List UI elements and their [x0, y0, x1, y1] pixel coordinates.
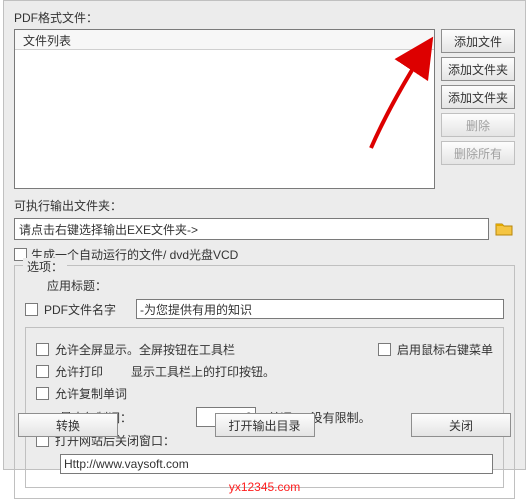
add-folder-button-1[interactable]: 添加文件夹	[441, 57, 515, 81]
print-note: 显示工具栏上的打印按钮。	[131, 363, 275, 380]
url-input-row	[36, 454, 493, 474]
delete-button[interactable]: 删除	[441, 113, 515, 137]
print-row: 允许打印 显示工具栏上的打印按钮。	[36, 363, 493, 380]
rightmenu-checkbox[interactable]	[378, 343, 391, 356]
add-folder-button-2[interactable]: 添加文件夹	[441, 85, 515, 109]
app-title-row: 应用标题：	[25, 277, 504, 294]
fullscreen-label: 允许全屏显示。全屏按钮在工具栏	[55, 341, 372, 358]
pdfname-label: PDF文件名字	[44, 301, 130, 318]
pdfname-input[interactable]	[136, 299, 504, 319]
side-buttons: 添加文件 添加文件夹 添加文件夹 删除 删除所有	[441, 29, 515, 165]
pdfname-checkbox[interactable]	[25, 303, 38, 316]
main-panel: PDF格式文件： 文件列表 添加文件 添加文件夹 添加文件夹 删除 删除所有 可…	[3, 0, 526, 470]
inner-options: 允许全屏显示。全屏按钮在工具栏 启用鼠标右键菜单 允许打印 显示工具栏上的打印按…	[25, 327, 504, 488]
pdfname-row: PDF文件名字	[25, 299, 504, 319]
print-label: 允许打印	[55, 363, 125, 380]
watermark-text: yx12345.com	[0, 480, 529, 494]
add-file-button[interactable]: 添加文件	[441, 29, 515, 53]
pdf-format-label: PDF格式文件：	[14, 9, 515, 26]
output-row	[14, 218, 515, 240]
autorun-row: 生成一个自动运行的文件/ dvd光盘VCD	[14, 246, 515, 263]
copy-row: 允许复制单词	[36, 385, 493, 402]
url-input[interactable]	[60, 454, 493, 474]
output-folder-input[interactable]	[14, 218, 489, 240]
fullscreen-checkbox[interactable]	[36, 343, 49, 356]
bottom-bar: 转换 打开输出目录 关闭	[18, 413, 511, 437]
file-list-header: 文件列表	[15, 30, 434, 50]
copy-checkbox[interactable]	[36, 387, 49, 400]
options-group: 选项： 应用标题： PDF文件名字 允许全屏显示。全屏按钮在工具栏 启用鼠标右键…	[14, 265, 515, 499]
file-list[interactable]: 文件列表	[14, 29, 435, 189]
options-group-title: 选项：	[23, 258, 67, 275]
output-folder-label: 可执行输出文件夹：	[14, 197, 515, 214]
rightmenu-label: 启用鼠标右键菜单	[397, 341, 493, 358]
fullscreen-row: 允许全屏显示。全屏按钮在工具栏 启用鼠标右键菜单	[36, 341, 493, 358]
file-area: 文件列表 添加文件 添加文件夹 添加文件夹 删除 删除所有	[14, 29, 515, 189]
print-checkbox[interactable]	[36, 365, 49, 378]
delete-all-button[interactable]: 删除所有	[441, 141, 515, 165]
browse-folder-icon[interactable]	[493, 219, 515, 239]
open-output-dir-button[interactable]: 打开输出目录	[215, 413, 315, 437]
copy-label: 允许复制单词	[55, 385, 127, 402]
app-title-label: 应用标题：	[47, 277, 107, 294]
convert-button[interactable]: 转换	[18, 413, 118, 437]
close-button[interactable]: 关闭	[411, 413, 511, 437]
